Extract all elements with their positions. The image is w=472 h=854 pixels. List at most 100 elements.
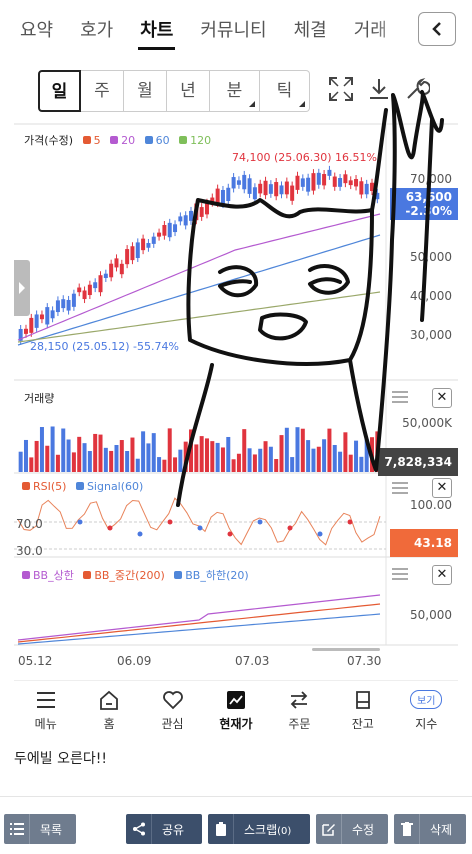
- volume-bar: [98, 434, 103, 472]
- nav-favorites-label: 관심: [161, 717, 184, 731]
- ma60-line: [17, 234, 381, 346]
- volume-bar: [300, 428, 305, 472]
- volume-bar: [220, 447, 225, 472]
- candle-body: [343, 174, 348, 184]
- price-panel-title: 가격(수정): [24, 134, 74, 147]
- rsi-signal-point: [317, 531, 323, 537]
- volume-bar: [258, 448, 263, 472]
- candle-body: [29, 317, 34, 333]
- delete-button-label: 삭제: [430, 822, 453, 837]
- volume-bar: [354, 440, 359, 472]
- volume-bar: [295, 427, 300, 472]
- volume-bar: [194, 444, 199, 472]
- share-button[interactable]: 공유: [126, 814, 202, 844]
- volume-bar: [55, 454, 60, 472]
- candle-body: [61, 299, 66, 309]
- volume-close-button[interactable]: ✕: [432, 388, 452, 408]
- rsi-line: [17, 497, 381, 546]
- candle-body: [268, 184, 273, 194]
- candle-body: [215, 188, 220, 204]
- rsi-signal-point: [137, 531, 143, 537]
- candle-body: [114, 258, 119, 268]
- bb-menu-icon[interactable]: [392, 568, 408, 580]
- candle-body: [141, 238, 146, 251]
- list-button[interactable]: 목록: [4, 814, 76, 844]
- nav-menu-label: 메뉴: [34, 717, 57, 731]
- chart-side-handle[interactable]: [14, 260, 30, 316]
- volume-bar: [93, 433, 98, 472]
- nav-balance[interactable]: 잔고: [331, 681, 394, 740]
- edit-button[interactable]: 수정: [316, 814, 388, 844]
- delete-button[interactable]: 삭제: [394, 814, 466, 844]
- volume-bar: [210, 441, 215, 472]
- volume-bar: [103, 447, 108, 472]
- x-axis-date: 07.30: [347, 654, 382, 668]
- volume-bar: [236, 453, 241, 472]
- candle-body: [93, 282, 98, 289]
- candle-body: [125, 249, 130, 265]
- candle-body: [375, 192, 380, 200]
- rsi-signal-point: [257, 519, 263, 525]
- candle-body: [82, 290, 87, 300]
- rsi-axis-label: 100.00: [410, 498, 452, 512]
- scrap-button[interactable]: 스크랩(0): [208, 814, 310, 844]
- candle-body: [189, 210, 194, 221]
- volume-bar: [146, 443, 151, 472]
- volume-bar: [18, 451, 23, 472]
- trend-icon: [226, 691, 245, 709]
- bb-middle-legend: BB_중간(200): [83, 569, 165, 582]
- volume-bar: [162, 459, 167, 472]
- bb-upper-line: [17, 594, 381, 641]
- volume-bar: [370, 437, 375, 472]
- bb-close-button[interactable]: ✕: [432, 565, 452, 585]
- volume-bar: [130, 437, 135, 472]
- candle-body: [23, 328, 28, 334]
- heart-icon: [162, 691, 183, 710]
- ma20-legend: 20: [110, 134, 135, 147]
- candle-body: [167, 222, 172, 238]
- clipboard-icon: [215, 822, 226, 836]
- volume-bar: [178, 449, 183, 472]
- volume-bar: [359, 456, 364, 472]
- rsi-close-button[interactable]: ✕: [432, 478, 452, 498]
- volume-menu-icon[interactable]: [392, 391, 408, 403]
- nav-index-label: 지수: [415, 717, 438, 731]
- volume-bar: [77, 436, 82, 472]
- nav-index[interactable]: 보기 지수: [395, 681, 458, 740]
- candle-body: [252, 187, 257, 200]
- high-annotation: 74,100 (25.06.30) 16.51%: [232, 151, 377, 164]
- bb-legend: BB_상한 BB_중간(200) BB_하한(20): [22, 567, 255, 583]
- volume-bar: [311, 448, 316, 472]
- rsi-menu-icon[interactable]: [392, 482, 408, 494]
- candle-body: [39, 314, 44, 320]
- index-badge: 보기: [417, 696, 436, 707]
- price-axis-label: 30,000: [410, 328, 452, 342]
- rsi-signal-point: [77, 519, 83, 525]
- candle-body: [220, 189, 225, 205]
- volume-bar: [151, 433, 156, 472]
- candle-body: [45, 307, 50, 325]
- candle-body: [338, 178, 343, 187]
- menu-icon: [36, 692, 55, 708]
- volume-bar: [247, 448, 252, 472]
- candle-body: [173, 224, 178, 233]
- nav-menu[interactable]: 메뉴: [14, 681, 77, 740]
- candle-body: [119, 263, 124, 275]
- volume-bar: [263, 441, 268, 472]
- rsi-signal-point: [197, 525, 203, 531]
- volume-bar: [343, 432, 348, 472]
- rsi-level-70: 70.0: [16, 517, 43, 531]
- candle-body: [263, 180, 268, 196]
- nav-home[interactable]: 홈: [77, 681, 140, 740]
- candle-body: [71, 293, 76, 307]
- candle-body: [204, 202, 209, 215]
- volume-bar: [34, 440, 39, 472]
- nav-order[interactable]: 주문: [268, 681, 331, 740]
- swap-icon: [291, 691, 308, 709]
- nav-current-price[interactable]: 현재가: [204, 681, 267, 740]
- candle-body: [109, 263, 114, 278]
- volume-bar: [141, 431, 146, 472]
- candle-body: [290, 185, 295, 201]
- nav-favorites[interactable]: 관심: [141, 681, 204, 740]
- candle-body: [34, 314, 39, 328]
